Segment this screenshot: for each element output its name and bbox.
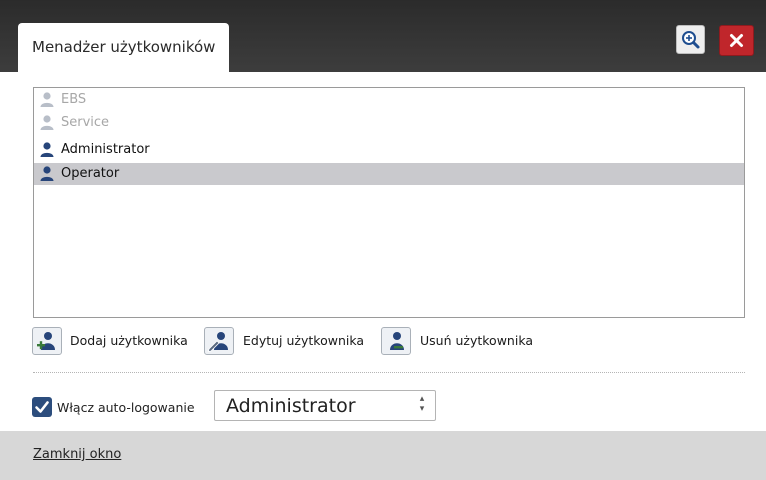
zoom-in-icon [682, 31, 700, 49]
add-user-button[interactable] [32, 327, 62, 355]
delete-user-label[interactable]: Usuń użytkownika [420, 333, 533, 348]
user-icon [40, 92, 54, 107]
user-name: Operator [61, 166, 120, 181]
user-icon [40, 142, 54, 157]
tab-title: Menadżer użytkowników [32, 38, 216, 56]
user-list-item-service[interactable]: Service [34, 112, 744, 134]
checkmark-icon [35, 401, 49, 413]
user-name: EBS [61, 92, 87, 107]
window-titlebar: Menadżer użytkowników [0, 0, 766, 72]
delete-user-icon [390, 332, 404, 350]
select-arrows-icon: ▴ ▾ [419, 394, 425, 414]
edit-user-label[interactable]: Edytuj użytkownika [243, 333, 364, 348]
user-name: Administrator [61, 142, 150, 157]
autologin-user-value: Administrator [226, 395, 356, 417]
user-icon [40, 166, 54, 181]
close-button[interactable] [719, 25, 754, 56]
section-divider [33, 372, 745, 373]
close-icon [730, 34, 743, 47]
edit-user-button[interactable] [204, 327, 234, 355]
add-user-label[interactable]: Dodaj użytkownika [70, 333, 188, 348]
window-footer: Zamknij okno [0, 431, 766, 480]
user-list-item-operator[interactable]: Operator [34, 163, 744, 185]
user-icon [40, 115, 54, 130]
zoom-button[interactable] [676, 25, 705, 54]
edit-user-icon [207, 332, 228, 353]
user-list-item-administrator[interactable]: Administrator [34, 139, 744, 161]
user-list-item-ebs[interactable]: EBS [34, 89, 744, 111]
tab-user-manager[interactable]: Menadżer użytkowników [18, 23, 229, 72]
close-window-link[interactable]: Zamknij okno [33, 447, 121, 462]
delete-user-button[interactable] [381, 327, 411, 355]
add-user-icon [37, 332, 55, 350]
autologin-label[interactable]: Włącz auto-logowanie [57, 400, 195, 415]
autologin-user-select[interactable]: Administrator ▴ ▾ [214, 390, 436, 421]
user-list[interactable]: EBS Service Administrator Operator [33, 87, 745, 318]
autologin-checkbox[interactable] [32, 397, 52, 417]
user-name: Service [61, 115, 110, 130]
